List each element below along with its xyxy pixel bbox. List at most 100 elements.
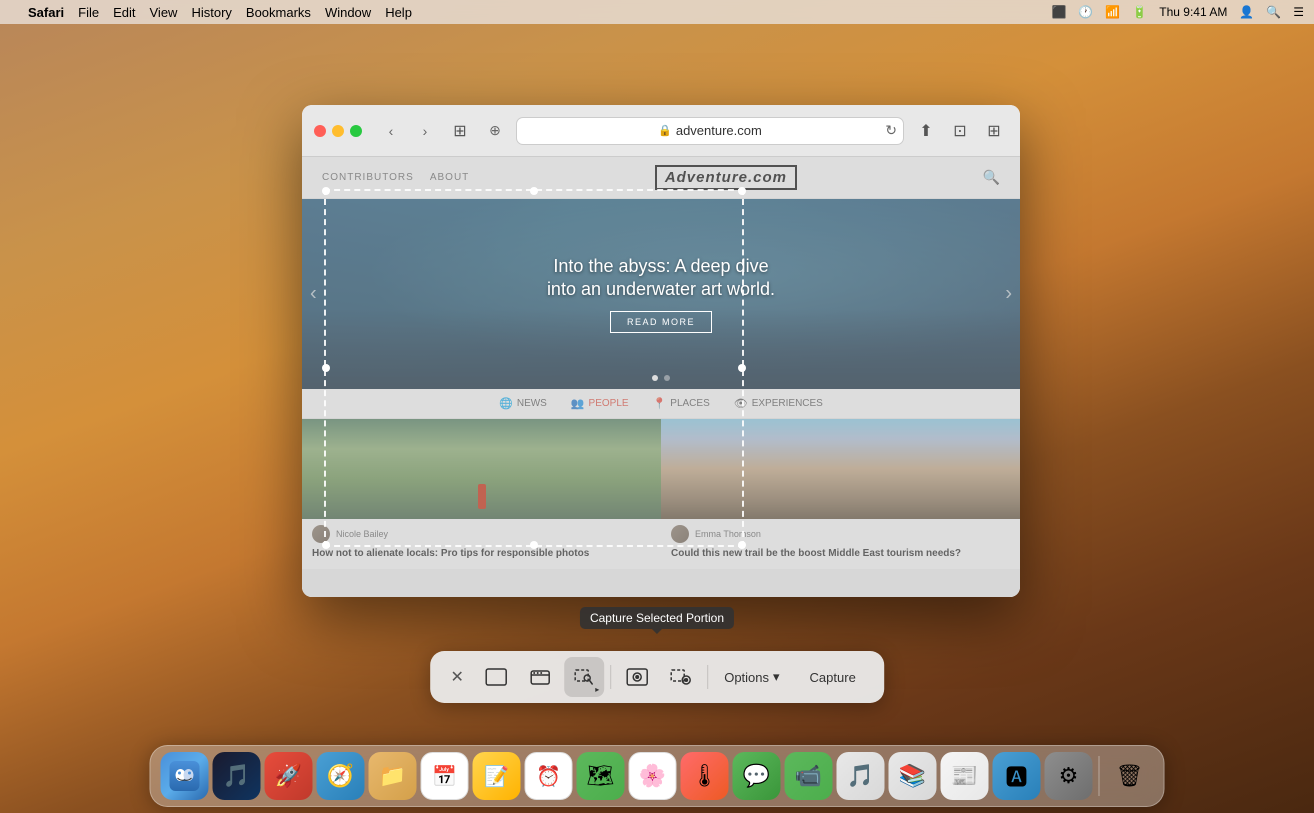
forward-button[interactable]: › [412, 118, 438, 144]
site-nav: CONTRIBUTORS ABOUT [322, 172, 469, 183]
hero-section: ‹ Into the abyss: A deep dive into an un… [302, 199, 1020, 389]
article-author-1: Emma Thomson [661, 519, 1020, 545]
datetime: Thu 9:41 AM [1159, 5, 1227, 19]
site-header: CONTRIBUTORS ABOUT Adventure.com 🔍 [302, 157, 1020, 199]
hero-title: Into the abyss: A deep dive into an unde… [547, 255, 775, 302]
menu-window[interactable]: Window [325, 5, 371, 20]
record-screen-button[interactable] [617, 657, 657, 697]
desktop: Safari File Edit View History Bookmarks … [0, 0, 1314, 813]
hero-next-button[interactable]: › [1005, 283, 1012, 306]
share-button[interactable]: ⬆ [912, 117, 940, 145]
category-nav: 🌐 NEWS 👥 PEOPLE 📍 PLACES 👁 EXPERIENCES [302, 389, 1020, 419]
hero-prev-button[interactable]: ‹ [310, 283, 317, 306]
close-button[interactable] [314, 125, 326, 137]
options-button[interactable]: Options ▾ [714, 660, 789, 694]
dock-icon-appstore[interactable]: 🅰 [993, 752, 1041, 800]
reload-button[interactable]: ↻ [885, 122, 897, 139]
dock-icon-safari[interactable]: 🧭 [317, 752, 365, 800]
new-tab-button[interactable]: ⊕ [482, 118, 508, 144]
dock-icon-launchpad[interactable]: 🚀 [265, 752, 313, 800]
dock-icon-preferences[interactable]: ⚙ [1045, 752, 1093, 800]
menu-history[interactable]: History [191, 5, 231, 20]
dock-icon-files[interactable]: 📁 [369, 752, 417, 800]
menu-edit[interactable]: Edit [113, 5, 135, 20]
capture-portion-button[interactable]: ▸ [564, 657, 604, 697]
dock-separator [1099, 756, 1100, 796]
airplay-icon: ⬛ [1051, 5, 1066, 19]
dock-icon-calendar[interactable]: 📅 [421, 752, 469, 800]
article-image-1 [661, 419, 1020, 519]
dock-icon-messages[interactable]: 💬 [733, 752, 781, 800]
hero-cta-button[interactable]: READ MORE [610, 311, 712, 333]
menu-bookmarks[interactable]: Bookmarks [246, 5, 311, 20]
notification-icon[interactable]: ☰ [1293, 5, 1304, 19]
dock-icon-news[interactable]: 📰 [941, 752, 989, 800]
sidebar-button[interactable]: ⊞ [446, 117, 474, 145]
news-icon: 🌐 [499, 397, 513, 410]
screenshot-toolbar: ✕ ▸ [430, 651, 884, 703]
url-text: adventure.com [676, 123, 762, 138]
lock-icon: 🔒 [658, 124, 672, 137]
menu-view[interactable]: View [150, 5, 178, 20]
articles-grid: Nicole Bailey How not to alienate locals… [302, 419, 1020, 569]
app-name[interactable]: Safari [28, 5, 64, 20]
dock-icon-notes[interactable]: 📝 [473, 752, 521, 800]
avatar-1 [671, 525, 689, 543]
tab-overview-button[interactable]: ⊡ [946, 117, 974, 145]
capture-button[interactable]: Capture [794, 660, 872, 694]
cursor-indicator: ▸ [595, 685, 599, 694]
dock-icon-photos[interactable]: 🌸 [629, 752, 677, 800]
minimize-button[interactable] [332, 125, 344, 137]
user-icon: 👤 [1239, 5, 1254, 19]
browser-toolbar: ‹ › ⊞ ⊕ 🔒 adventure.com ↻ ⬆ ⊡ ⊞ [302, 105, 1020, 157]
address-bar[interactable]: 🔒 adventure.com ↻ [516, 117, 904, 145]
record-portion-button[interactable] [661, 657, 701, 697]
dock-icon-maps[interactable]: 🗺 [577, 752, 625, 800]
dock-icon-music[interactable]: 🎵 [837, 752, 885, 800]
dock-icon-thermometer[interactable]: 🌡 [681, 752, 729, 800]
back-button[interactable]: ‹ [378, 118, 404, 144]
figure-silhouette [478, 484, 486, 509]
cat-places[interactable]: 📍 PLACES [653, 397, 710, 410]
new-tab-plus[interactable]: ⊞ [980, 117, 1008, 145]
wifi-icon: 📶 [1105, 5, 1120, 19]
hero-dot-2[interactable] [664, 375, 670, 381]
people-icon: 👥 [571, 397, 585, 410]
menu-help[interactable]: Help [385, 5, 412, 20]
nav-contributors[interactable]: CONTRIBUTORS [322, 172, 414, 183]
article-image-0 [302, 419, 661, 519]
toolbar-divider [610, 665, 611, 689]
hero-text: Into the abyss: A deep dive into an unde… [547, 255, 775, 334]
menubar-left: Safari File Edit View History Bookmarks … [10, 5, 412, 20]
dock-icon-finder[interactable] [161, 752, 209, 800]
article-card-1: Emma Thomson Could this new trail be the… [661, 419, 1020, 569]
nav-about[interactable]: ABOUT [430, 172, 469, 183]
avatar-0 [312, 525, 330, 543]
menubar-right: ⬛ 🕐 📶 🔋 Thu 9:41 AM 👤 🔍 ☰ [1051, 5, 1304, 19]
hero-dot-1[interactable] [652, 375, 658, 381]
capture-window-button[interactable] [520, 657, 560, 697]
dock-icon-facetime[interactable]: 📹 [785, 752, 833, 800]
capture-entire-screen-button[interactable] [476, 657, 516, 697]
capture-tooltip: Capture Selected Portion [580, 607, 734, 629]
cat-people[interactable]: 👥 PEOPLE [571, 397, 629, 410]
experiences-icon: 👁 [734, 397, 748, 410]
cat-news[interactable]: 🌐 NEWS [499, 397, 547, 410]
article-card-0: Nicole Bailey How not to alienate locals… [302, 419, 661, 569]
dock-icon-trash[interactable]: 🗑 [1106, 752, 1154, 800]
dock-icon-siri[interactable]: 🎵 [213, 752, 261, 800]
search-icon[interactable]: 🔍 [1266, 5, 1281, 19]
dock: 🎵 🚀 🧭 📁 📅 📝 ⏰ 🗺 🌸 [150, 745, 1165, 807]
dock-icon-books[interactable]: 📚 [889, 752, 937, 800]
article-author-0: Nicole Bailey [302, 519, 661, 545]
site-search-icon[interactable]: 🔍 [983, 169, 1000, 186]
browser-window: ‹ › ⊞ ⊕ 🔒 adventure.com ↻ ⬆ ⊡ ⊞ CONTRIBU… [302, 105, 1020, 597]
zoom-button[interactable] [350, 125, 362, 137]
menubar: Safari File Edit View History Bookmarks … [0, 0, 1314, 24]
screenshot-close-button[interactable]: ✕ [442, 662, 472, 692]
cat-experiences[interactable]: 👁 EXPERIENCES [734, 397, 823, 410]
traffic-lights [314, 125, 362, 137]
dock-icon-reminders[interactable]: ⏰ [525, 752, 573, 800]
menu-file[interactable]: File [78, 5, 99, 20]
clock-icon: 🕐 [1078, 5, 1093, 19]
